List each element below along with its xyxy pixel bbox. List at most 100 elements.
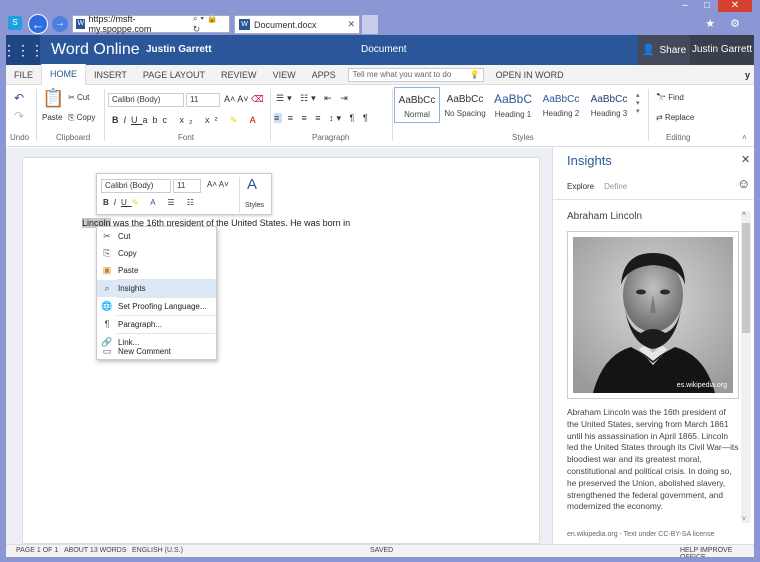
replace-icon: ⇄ [656, 113, 663, 122]
editing-group-label: Editing [666, 133, 691, 142]
paste-button[interactable]: Paste [42, 113, 62, 122]
document-canvas [6, 148, 554, 544]
app-name[interactable]: Word Online [51, 41, 140, 59]
mini-grow-shrink-icon[interactable]: A˄ A˅ [207, 180, 229, 189]
tab-file[interactable]: FILE [6, 65, 41, 85]
mini-font-select[interactable]: Calibri (Body) [101, 179, 171, 193]
tab-apps[interactable]: APPS [304, 65, 344, 85]
address-bar[interactable]: W https://msft-my.spoppe.com ⌕ ▾ 🔒 ↻ [72, 13, 230, 35]
address-controls-icon[interactable]: ⌕ ▾ 🔒 ↻ [193, 13, 229, 35]
scrollbar-thumb[interactable] [742, 223, 750, 333]
skype-icon[interactable]: y [745, 70, 750, 80]
smiley-feedback-icon[interactable]: ☺ [737, 176, 750, 191]
favorites-settings-icons[interactable]: ★ ⚙ [705, 17, 746, 30]
style-name: Heading 1 [494, 110, 532, 119]
word-tab-icon: W [239, 19, 250, 30]
format-buttons[interactable]: BIUabc x₂ x² ✎ A [112, 115, 261, 126]
menu-item-insights[interactable]: ⌕ Insights [97, 280, 216, 297]
menu-item-copy[interactable]: ⎘ Copy [97, 245, 216, 262]
forward-button[interactable]: → [52, 16, 68, 32]
styles-group-label: Styles [512, 133, 534, 142]
redo-icon[interactable]: ↷ [14, 109, 24, 123]
app-launcher-icon[interactable]: ⋮⋮⋮ [6, 35, 44, 65]
portrait-photo: es.wikipedia.org [573, 237, 733, 393]
style-name: Normal [404, 110, 430, 119]
close-icon[interactable]: ✕ [741, 153, 750, 166]
font-name-select[interactable]: Calibri (Body) [108, 93, 184, 107]
tab-view[interactable]: VIEW [265, 65, 304, 85]
insight-source[interactable]: en.wikipedia.org - Text under CC-BY-SA l… [567, 531, 714, 538]
find-button[interactable]: 🔭 Find [656, 93, 684, 102]
mini-styles-label[interactable]: Styles [245, 202, 264, 209]
undo-icon[interactable]: ↶ [14, 91, 24, 105]
insight-heading: Abraham Lincoln [567, 211, 643, 222]
list-buttons[interactable]: ☰▾ ☷▾ ⇤ ⇥ [276, 93, 351, 104]
portrait-image[interactable]: es.wikipedia.org [567, 231, 739, 399]
mini-format-buttons[interactable]: BIU✎ A ☰ ☷ [103, 198, 199, 207]
back-button[interactable]: ← [28, 14, 48, 34]
scroll-down-icon[interactable]: ˅ [742, 516, 746, 523]
browser-tab[interactable]: W Document.docx ✕ [234, 15, 360, 34]
style-name: Heading 3 [590, 109, 628, 118]
maximize-button[interactable]: □ [696, 0, 718, 12]
document-title[interactable]: Document [361, 44, 407, 55]
account-button[interactable]: Justin Garrett [690, 35, 754, 65]
owner-name[interactable]: Justin Garrett [146, 44, 212, 55]
style-name: Heading 2 [542, 109, 580, 118]
paragraph-icon: ¶ [104, 319, 110, 329]
style-heading-2[interactable]: AaBbCc Heading 2 [538, 87, 584, 123]
paste-icon[interactable]: 📋 [42, 88, 64, 109]
style-heading-3[interactable]: AaBbCc Heading 3 [586, 87, 632, 123]
tab-review[interactable]: REVIEW [213, 65, 265, 85]
collapse-ribbon-icon[interactable]: ˄ [742, 133, 747, 142]
styles-scroll-icon[interactable]: ▴ ▾ ▾ [636, 91, 640, 115]
style-normal[interactable]: AaBbCc Normal [394, 87, 440, 123]
new-tab-button[interactable] [362, 15, 378, 34]
tab-insert[interactable]: INSERT [86, 65, 135, 85]
mini-size-select[interactable]: 11 [173, 179, 201, 193]
tab-page-layout[interactable]: PAGE LAYOUT [135, 65, 213, 85]
clear-format-icon[interactable]: ⌫ [251, 94, 264, 104]
open-in-word-button[interactable]: OPEN IN WORD [496, 70, 564, 80]
language-status[interactable]: ENGLISH (U.S.) [132, 547, 183, 554]
copy-button[interactable]: ⎘ Copy [68, 113, 95, 123]
replace-button[interactable]: ⇄ Replace [656, 113, 694, 122]
style-sample: AaBbC [493, 92, 533, 106]
menu-item-label: Copy [118, 249, 137, 258]
menu-item-paragraph[interactable]: ¶ Paragraph... [97, 316, 216, 333]
find-label: Find [668, 93, 684, 102]
menu-item-label: Set Proofing Language... [118, 302, 207, 311]
font-group-label: Font [178, 133, 195, 142]
grow-shrink-font-icon[interactable]: A˄ A˅ ⌫ [224, 94, 264, 105]
style-heading-1[interactable]: AaBbC Heading 1 [490, 87, 536, 123]
tab-explore[interactable]: Explore [567, 182, 594, 191]
style-no-spacing[interactable]: AaBbCc No Spacing [442, 87, 488, 123]
font-size-select[interactable]: 11 [186, 93, 220, 107]
browser-window: – □ ✕ S ← → W https://msft-my.spoppe.com… [0, 0, 760, 562]
url-text: https://msft-my.spoppe.com [88, 14, 152, 34]
help-improve-link[interactable]: HELP IMPROVE OFFICE [680, 547, 754, 557]
alignment-buttons[interactable]: ≡ ≡ ≡ ≡ ↕▾ ¶ ¶ [274, 113, 371, 124]
share-button[interactable]: 👤 Share [638, 35, 690, 65]
insights-title: Insights [567, 153, 612, 168]
styles-icon[interactable]: A [247, 176, 257, 193]
menu-item-paste[interactable]: ▣ Paste [97, 262, 216, 279]
language-icon: 🌐 [101, 301, 113, 311]
menu-item-proofing-language[interactable]: 🌐 Set Proofing Language... [97, 298, 216, 315]
menu-item-new-comment[interactable]: ▭ New Comment [97, 343, 216, 360]
menu-item-cut[interactable]: ✂ Cut [97, 228, 216, 245]
scroll-up-icon[interactable]: ˄ [742, 211, 746, 218]
minimize-button[interactable]: – [674, 0, 696, 12]
ribbon: ↶ ↷ Undo 📋 Paste ✂ Cut ⎘ Copy Clipboard … [6, 85, 754, 147]
window-close-button[interactable]: ✕ [718, 0, 752, 12]
tab-define[interactable]: Define [604, 182, 627, 191]
style-name: No Spacing [444, 109, 486, 118]
insight-summary: Abraham Lincoln was the 16th president o… [567, 407, 739, 512]
word-online-page: ⋮⋮⋮ Word Online Justin Garrett Document … [6, 35, 754, 557]
insights-scrollbar[interactable]: ˄ ˅ [741, 211, 751, 523]
menu-item-label: Paste [118, 266, 139, 275]
cut-button[interactable]: ✂ Cut [68, 93, 89, 102]
tab-close-icon[interactable]: ✕ [347, 19, 355, 30]
tab-home[interactable]: HOME [41, 64, 87, 85]
tell-me-input[interactable]: Tell me what you want to do 💡 [347, 67, 484, 82]
